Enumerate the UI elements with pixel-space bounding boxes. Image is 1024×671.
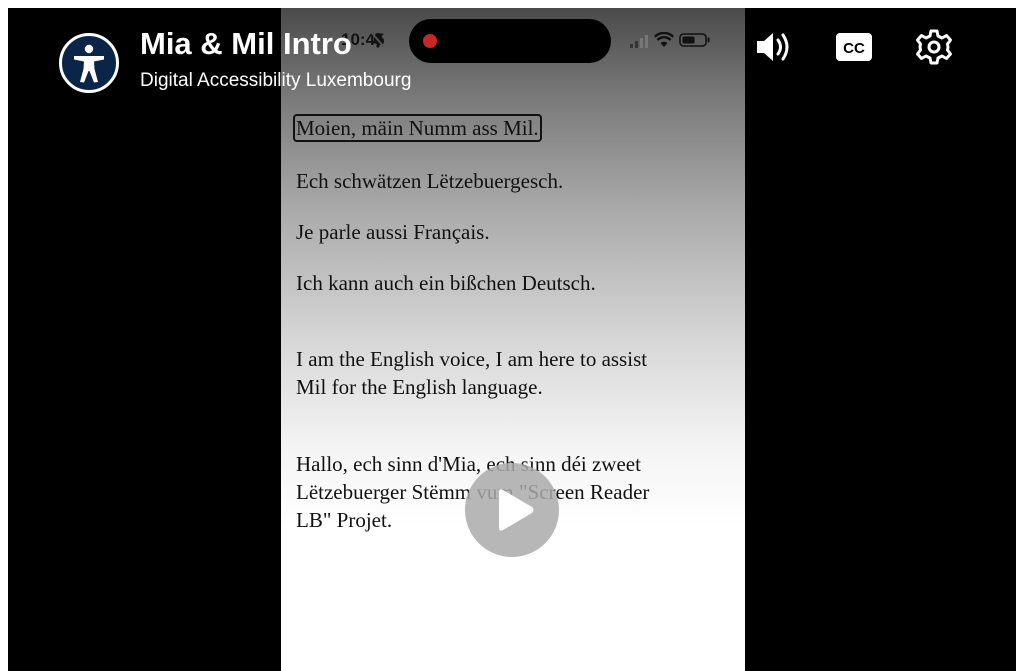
voiceover-focus-rect: Moien, mäin Numm ass Mil. bbox=[293, 114, 542, 142]
cc-label: CC bbox=[843, 40, 865, 57]
accessibility-icon bbox=[74, 44, 104, 83]
video-player[interactable]: 10:45 Moien, mäin Numm ass Mil. Ech schw… bbox=[8, 8, 1016, 671]
battery-icon bbox=[679, 33, 710, 47]
voiceover-line-4: Ich kann auch ein bißchen Deutsch. bbox=[296, 271, 596, 295]
voiceover-line-3: Je parle aussi Français. bbox=[296, 220, 490, 244]
voiceover-line-7: Hallo, ech sinn d'Mia, ech sinn déi zwee… bbox=[296, 452, 641, 476]
settings-gear-icon bbox=[916, 29, 952, 65]
play-icon bbox=[499, 489, 534, 531]
voiceover-line-1: Moien, mäin Numm ass Mil. bbox=[293, 114, 542, 142]
wifi-icon bbox=[654, 32, 674, 47]
captions-button[interactable]: CC bbox=[834, 28, 874, 66]
channel-name[interactable]: Digital Accessibility Luxembourg bbox=[140, 70, 411, 92]
cellular-signal-icon bbox=[630, 35, 648, 48]
settings-button[interactable] bbox=[914, 28, 954, 66]
channel-avatar[interactable] bbox=[59, 33, 119, 93]
phone-screen-recording: 10:45 Moien, mäin Numm ass Mil. Ech schw… bbox=[281, 8, 745, 671]
muted-bell-icon bbox=[371, 32, 385, 48]
volume-button[interactable] bbox=[754, 28, 794, 66]
voiceover-line-9: LB" Projet. bbox=[296, 508, 393, 532]
video-title[interactable]: Mia & Mil Intro bbox=[140, 26, 352, 62]
dynamic-island bbox=[409, 19, 611, 63]
voiceover-line-6: Mil for the English language. bbox=[296, 375, 543, 399]
volume-icon bbox=[757, 33, 789, 61]
play-button[interactable] bbox=[465, 463, 559, 557]
recording-indicator-icon bbox=[423, 34, 437, 48]
voiceover-line-5: I am the English voice, I am here to ass… bbox=[296, 347, 648, 371]
voiceover-line-2: Ech schwätzen Lëtzebuergesch. bbox=[296, 169, 564, 193]
cc-icon: CC bbox=[836, 33, 872, 61]
